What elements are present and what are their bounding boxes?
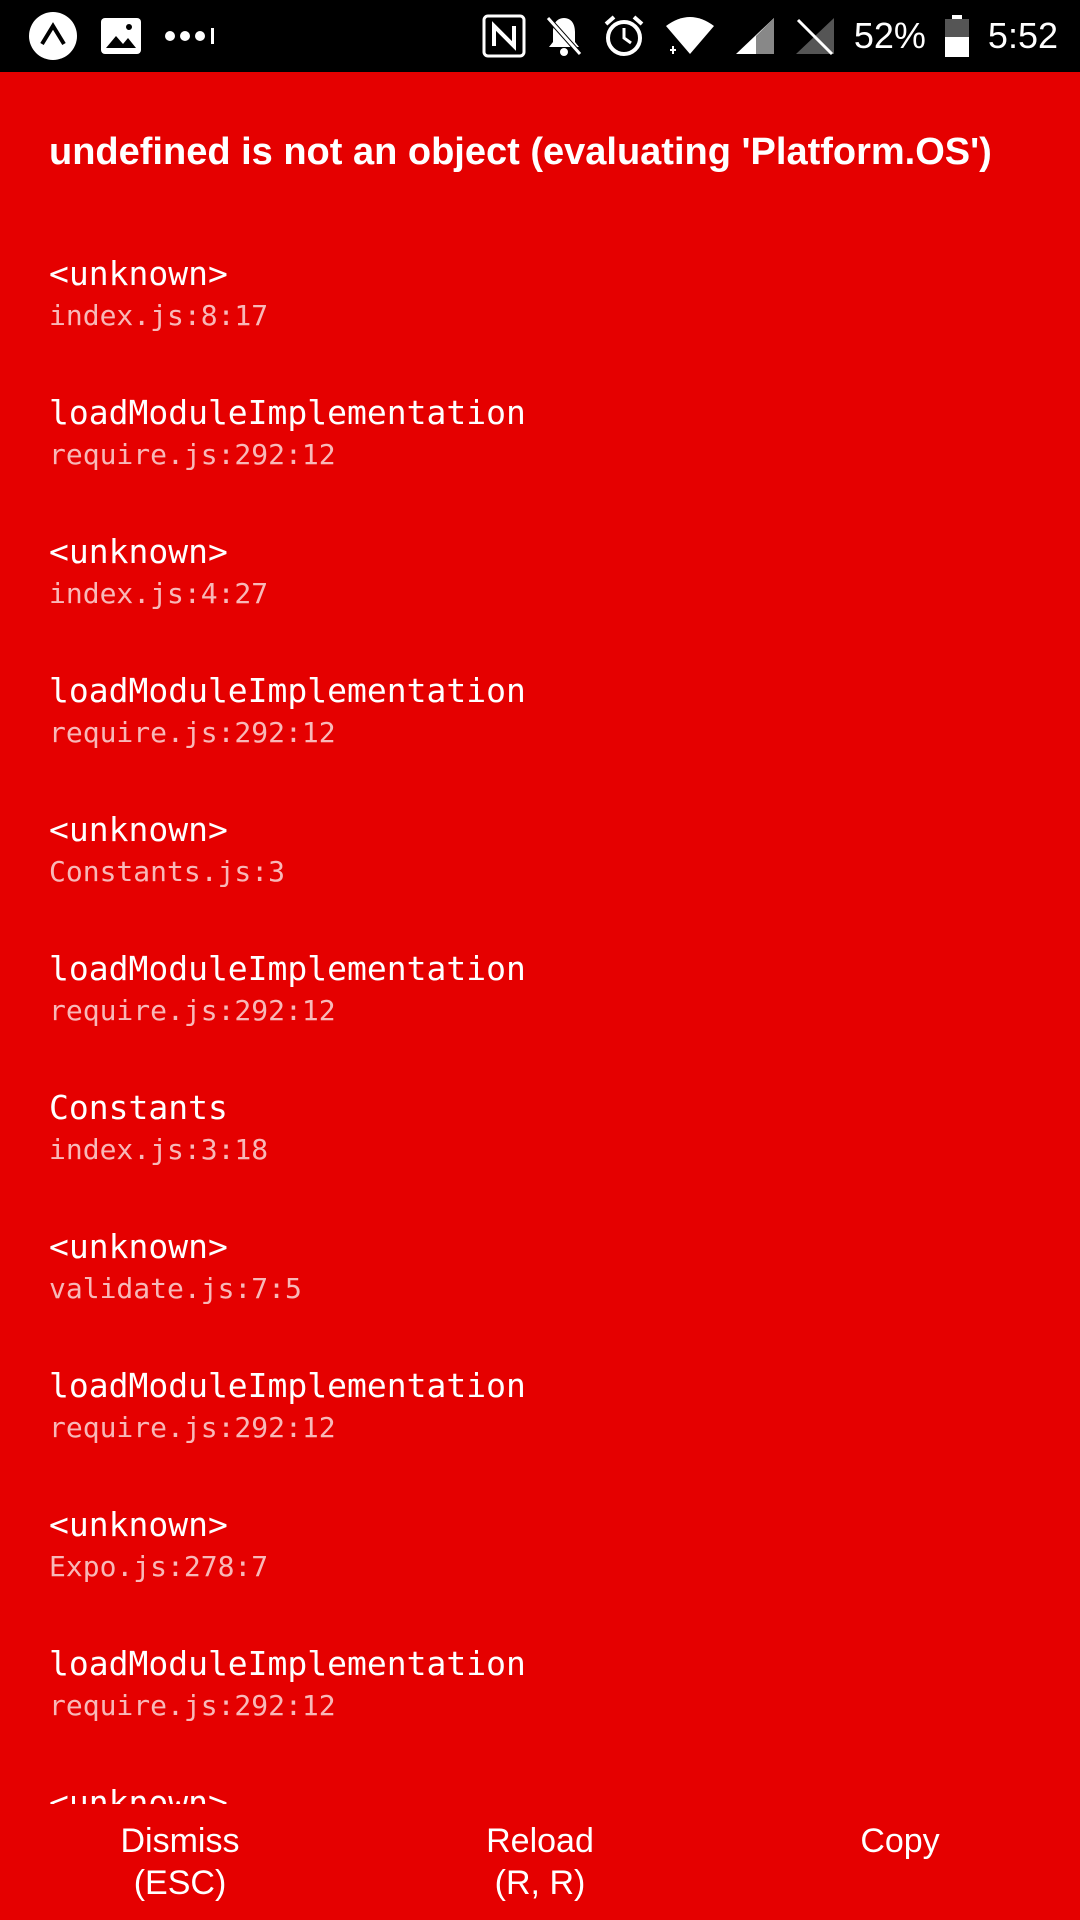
copy-button[interactable]: Copy — [720, 1804, 1080, 1920]
frame-method: loadModuleImplementation — [49, 1644, 526, 1683]
signal-off-icon — [794, 16, 836, 56]
expo-icon — [28, 11, 78, 61]
battery-percent: 52% — [853, 15, 926, 56]
frame-file: Constants.js:3 — [49, 855, 286, 888]
reload-button[interactable]: Reload (R, R) — [360, 1804, 720, 1920]
stack-frame[interactable]: <unknown> index.js:4:27 — [49, 530, 1049, 669]
reload-shortcut: (R, R) — [494, 1864, 586, 1902]
frame-method: <unknown> — [49, 810, 228, 849]
stack-frame[interactable]: Constants index.js:3:18 — [49, 1086, 1049, 1225]
stack-frame[interactable]: loadModuleImplementation require.js:292:1… — [49, 947, 1049, 1086]
frame-file: require.js:292:12 — [49, 716, 336, 749]
stack-frame[interactable]: loadModuleImplementation require.js:292:1… — [49, 1364, 1049, 1503]
frame-file: require.js:292:12 — [49, 438, 336, 471]
notifications-off-icon — [544, 14, 584, 58]
stack-frame[interactable]: loadModuleImplementation require.js:292:1… — [49, 391, 1049, 530]
frame-method: loadModuleImplementation — [49, 1366, 526, 1405]
frame-method: <unknown> — [49, 1783, 228, 1804]
stack-frame[interactable]: <unknown> — [49, 1781, 1049, 1804]
stack-frame[interactable]: <unknown> index.js:8:17 — [49, 252, 1049, 391]
frame-method: loadModuleImplementation — [49, 393, 526, 432]
wifi-icon — [664, 16, 716, 56]
signal-icon — [734, 16, 776, 56]
action-bar: Dismiss (ESC) Reload (R, R) Copy — [0, 1804, 1080, 1920]
frame-file: index.js:3:18 — [49, 1133, 269, 1166]
frame-file: validate.js:7:5 — [49, 1272, 302, 1305]
reload-label: Reload — [486, 1822, 594, 1860]
image-icon — [100, 17, 142, 55]
dismiss-shortcut: (ESC) — [133, 1864, 227, 1902]
frame-file: Expo.js:278:7 — [49, 1550, 269, 1583]
frame-method: loadModuleImplementation — [49, 949, 526, 988]
stack-trace-list[interactable]: <unknown> index.js:8:17 loadModuleImpleme… — [49, 252, 1049, 1804]
alarm-icon — [602, 14, 646, 58]
frame-file: index.js:4:27 — [49, 577, 269, 610]
frame-method: <unknown> — [49, 254, 228, 293]
copy-label: Copy — [860, 1822, 940, 1860]
error-screen[interactable]: undefined is not an object (evaluating '… — [0, 72, 1080, 1804]
error-message: undefined is not an object (evaluating '… — [49, 131, 992, 173]
frame-file: index.js:8:17 — [49, 299, 269, 332]
stack-frame[interactable]: loadModuleImplementation require.js:292:1… — [49, 669, 1049, 808]
frame-file: require.js:292:12 — [49, 1411, 336, 1444]
stack-frame[interactable]: loadModuleImplementation require.js:292:1… — [49, 1642, 1049, 1781]
frame-file: require.js:292:12 — [49, 1689, 336, 1722]
dismiss-label: Dismiss — [120, 1822, 240, 1860]
status-bar: 52% 5:52 — [0, 0, 1080, 72]
stack-frame[interactable]: <unknown> Constants.js:3 — [49, 808, 1049, 947]
stack-frame[interactable]: <unknown> validate.js:7:5 — [49, 1225, 1049, 1364]
frame-method: <unknown> — [49, 532, 228, 571]
nfc-icon — [482, 14, 526, 58]
frame-method: Constants — [49, 1088, 228, 1127]
stack-frame[interactable]: <unknown> Expo.js:278:7 — [49, 1503, 1049, 1642]
frame-method: <unknown> — [49, 1505, 228, 1544]
frame-method: <unknown> — [49, 1227, 228, 1266]
battery-icon — [944, 14, 970, 58]
more-dots-icon — [164, 26, 220, 46]
dismiss-button[interactable]: Dismiss (ESC) — [0, 1804, 360, 1920]
clock: 5:52 — [987, 15, 1058, 56]
frame-method: loadModuleImplementation — [49, 671, 526, 710]
frame-file: require.js:292:12 — [49, 994, 336, 1027]
